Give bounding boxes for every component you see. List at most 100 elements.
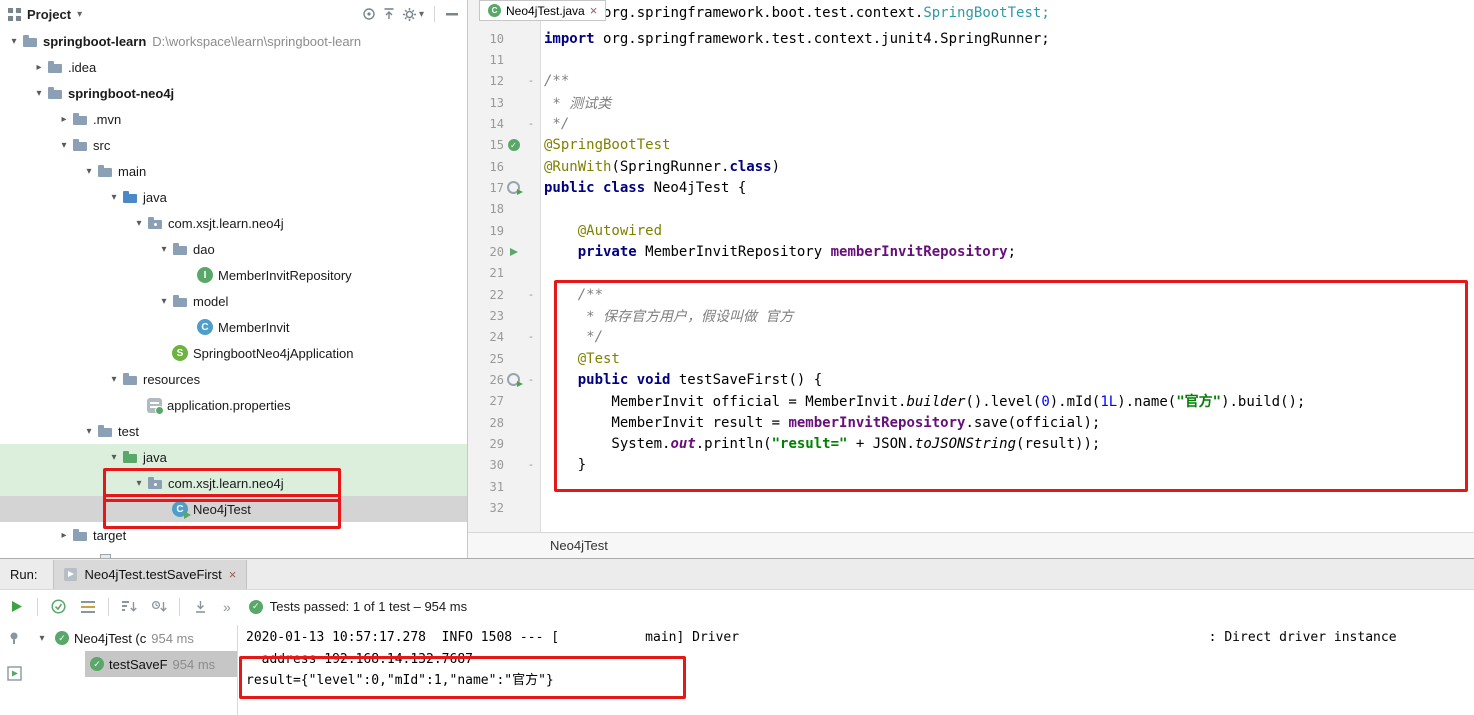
tree-row[interactable]: ▾ java	[0, 184, 467, 210]
line-number[interactable]: 14	[468, 117, 504, 131]
project-panel-title[interactable]: Project	[27, 7, 71, 22]
autowired-gutter-icon[interactable]	[509, 247, 518, 256]
close-icon[interactable]: ×	[590, 4, 598, 17]
fold-marker[interactable]: -	[523, 118, 539, 130]
tree-row[interactable]: ▾ com.xsjt.learn.neo4j	[0, 210, 467, 236]
line-number[interactable]: 23	[468, 309, 504, 323]
chevron-down-icon[interactable]: ▾	[81, 426, 97, 437]
tree-row[interactable]	[0, 548, 467, 558]
rerun-button[interactable]	[6, 600, 28, 613]
tree-row[interactable]: ▾ resources	[0, 366, 467, 392]
tree-row[interactable]: ▾ springboot-learn D:\workspace\learn\spri…	[0, 28, 467, 54]
tree-row[interactable]: application.properties	[0, 392, 467, 418]
related-symbol-gutter-icon[interactable]	[507, 181, 523, 196]
chevron-down-icon[interactable]: ▾	[131, 478, 147, 489]
tree-row[interactable]: ▸ target	[0, 522, 467, 548]
tree-row[interactable]: ▸ .idea	[0, 54, 467, 80]
tree-row[interactable]: ▾ src	[0, 132, 467, 158]
line-number[interactable]: 17	[468, 181, 504, 195]
run-tab[interactable]: Neo4jTest.testSaveFirst ×	[53, 559, 248, 589]
expand-collapse-icon[interactable]	[189, 600, 211, 613]
tree-row[interactable]: S SpringbootNeo4jApplication	[0, 340, 467, 366]
tool-stripe	[0, 623, 28, 715]
line-number[interactable]: 21	[468, 266, 504, 280]
code-text: @SpringBootTest	[544, 137, 671, 154]
hide-panel-icon[interactable]	[445, 7, 459, 21]
chevron-down-icon[interactable]: ▾	[77, 9, 82, 20]
test-tree-row[interactable]: ✓ testSaveF 954 ms	[85, 651, 237, 677]
pin-icon[interactable]	[7, 631, 21, 650]
fold-marker[interactable]: -	[523, 289, 539, 301]
related-symbol-gutter-icon[interactable]	[507, 373, 523, 388]
tree-row[interactable]: ▾ main	[0, 158, 467, 184]
more-icon[interactable]: »	[219, 599, 235, 615]
test-tree-row[interactable]: ▾ ✓ Neo4jTest (c 954 ms	[28, 625, 237, 651]
fold-marker[interactable]: -	[523, 374, 539, 386]
sort-by-duration-icon[interactable]	[148, 600, 170, 613]
line-number[interactable]: 19	[468, 224, 504, 238]
sort-alphabetically-icon[interactable]	[118, 600, 140, 613]
chevron-down-icon[interactable]: ▾	[34, 633, 50, 644]
tree-row[interactable]: ▾ java	[0, 444, 467, 470]
line-number[interactable]: 11	[468, 53, 504, 67]
chevron-right-icon[interactable]: ▸	[56, 114, 72, 125]
chevron-down-icon[interactable]: ▾	[31, 88, 47, 99]
chevron-down-icon[interactable]: ▾	[106, 192, 122, 203]
tree-row[interactable]: ▾ dao	[0, 236, 467, 262]
line-number[interactable]: 12	[468, 74, 504, 88]
line-number[interactable]: 26	[468, 373, 504, 387]
run-tool-window-icon[interactable]	[6, 666, 22, 686]
code-area[interactable]: import org.springframework.boot.test.con…	[468, 0, 1474, 533]
line-number[interactable]: 25	[468, 352, 504, 366]
fold-marker[interactable]: -	[523, 331, 539, 343]
chevron-down-icon[interactable]: ▾	[6, 36, 22, 47]
folder-icon	[97, 423, 113, 439]
line-number[interactable]: 31	[468, 480, 504, 494]
chevron-right-icon[interactable]: ▸	[31, 62, 47, 73]
collapse-all-icon[interactable]	[382, 7, 396, 21]
line-number[interactable]: 15	[468, 138, 504, 152]
tree-row[interactable]: C MemberInvit	[0, 314, 467, 340]
code-text: public class Neo4jTest {	[544, 179, 747, 196]
line-number[interactable]: 24	[468, 330, 504, 344]
chevron-down-icon[interactable]: ▾	[81, 166, 97, 177]
tree-row[interactable]: ▾ com.xsjt.learn.neo4j	[0, 470, 467, 496]
close-icon[interactable]: ×	[229, 568, 237, 581]
tree-row[interactable]: I MemberInvitRepository	[0, 262, 467, 288]
breadcrumb-item[interactable]: Neo4jTest	[550, 538, 608, 553]
tree-row[interactable]: ▾ test	[0, 418, 467, 444]
line-number[interactable]: 18	[468, 202, 504, 216]
line-number[interactable]: 27	[468, 394, 504, 408]
chevron-down-icon[interactable]: ▾	[156, 296, 172, 307]
chevron-down-icon[interactable]: ▾	[56, 140, 72, 151]
line-number[interactable]: 32	[468, 501, 504, 515]
tree-row[interactable]: ▾ springboot-neo4j	[0, 80, 467, 106]
line-number[interactable]: 28	[468, 416, 504, 430]
editor-tab[interactable]: C Neo4jTest.java ×	[479, 0, 607, 21]
show-passed-icon[interactable]	[47, 599, 69, 614]
line-number[interactable]: 10	[468, 32, 504, 46]
chevron-down-icon[interactable]: ▾	[156, 244, 172, 255]
line-number[interactable]: 20	[468, 245, 504, 259]
line-number[interactable]: 30	[468, 458, 504, 472]
chevron-down-icon[interactable]: ▾	[131, 218, 147, 229]
console[interactable]: 2020-01-13 10:57:17.278 INFO 1508 --- [ …	[240, 627, 1474, 715]
fold-marker[interactable]: -	[523, 459, 539, 471]
chevron-right-icon[interactable]: ▸	[56, 530, 72, 541]
gear-icon[interactable]: ▾	[402, 7, 424, 22]
folder-icon	[47, 85, 63, 101]
chevron-down-icon[interactable]: ▾	[106, 374, 122, 385]
line-number[interactable]: 16	[468, 160, 504, 174]
test-passed-gutter-icon[interactable]: ✓	[507, 139, 520, 152]
fold-marker[interactable]: -	[523, 75, 539, 87]
chevron-down-icon[interactable]: ▾	[106, 452, 122, 463]
tree-row[interactable]: ▾ model	[0, 288, 467, 314]
locate-icon[interactable]	[362, 7, 376, 21]
line-number[interactable]: 13	[468, 96, 504, 110]
code-line: 24 - */	[468, 327, 1474, 348]
test-options-icon[interactable]	[77, 600, 99, 613]
tree-row[interactable]: ▸ .mvn	[0, 106, 467, 132]
line-number[interactable]: 29	[468, 437, 504, 451]
tree-row[interactable]: C Neo4jTest	[0, 496, 467, 522]
line-number[interactable]: 22	[468, 288, 504, 302]
